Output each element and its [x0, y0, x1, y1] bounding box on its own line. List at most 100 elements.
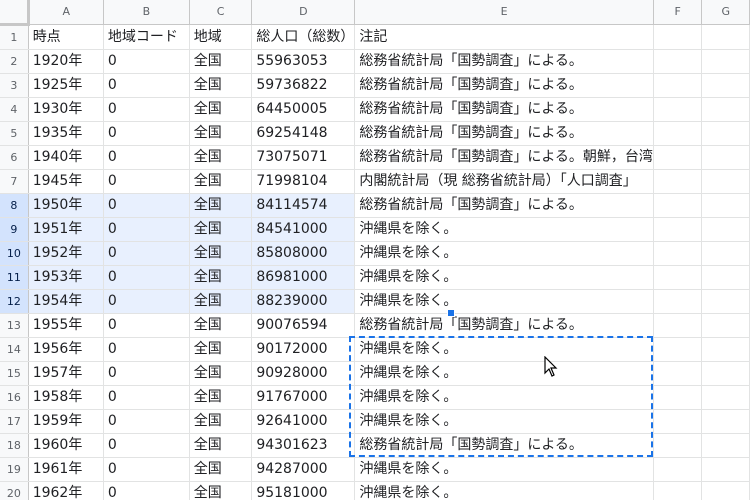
- cell-a[interactable]: 1962年: [28, 481, 104, 500]
- cell-f[interactable]: [653, 145, 703, 170]
- row-header[interactable]: 1: [0, 24, 29, 50]
- cell-a[interactable]: 1961年: [28, 457, 104, 482]
- cell-a[interactable]: 1950年: [28, 193, 104, 218]
- cell-b[interactable]: 0: [103, 169, 190, 194]
- cell-f[interactable]: [653, 217, 703, 242]
- row-header[interactable]: 7: [0, 169, 29, 194]
- cell-c[interactable]: 全国: [189, 361, 253, 386]
- column-header-b[interactable]: B: [103, 0, 190, 25]
- row-header[interactable]: 11: [0, 265, 29, 290]
- row-header[interactable]: 19: [0, 457, 29, 482]
- cell-d[interactable]: 94301623: [251, 433, 356, 458]
- cell-f[interactable]: [653, 265, 703, 290]
- column-header-e[interactable]: E: [354, 0, 654, 25]
- cell-b[interactable]: 0: [103, 289, 190, 314]
- cell-g[interactable]: [701, 169, 750, 194]
- row-header[interactable]: 9: [0, 217, 29, 242]
- cell-d[interactable]: 86981000: [251, 265, 356, 290]
- cell-d[interactable]: 総人口（総数）: [251, 24, 356, 50]
- cell-b[interactable]: 0: [103, 265, 190, 290]
- cell-g[interactable]: [701, 409, 750, 434]
- cell-c[interactable]: 全国: [189, 193, 253, 218]
- cell-f[interactable]: [653, 337, 703, 362]
- cell-a[interactable]: 1925年: [28, 73, 104, 98]
- cell-g[interactable]: [701, 241, 750, 266]
- cell-a[interactable]: 1935年: [28, 121, 104, 146]
- cell-g[interactable]: [701, 217, 750, 242]
- cell-g[interactable]: [701, 481, 750, 500]
- cell-d[interactable]: 73075071: [251, 145, 356, 170]
- cell-f[interactable]: [653, 121, 703, 146]
- cell-e[interactable]: 注記: [354, 24, 654, 50]
- cell-f[interactable]: [653, 289, 703, 314]
- row-header[interactable]: 13: [0, 313, 29, 338]
- row-header[interactable]: 6: [0, 145, 29, 170]
- cell-a[interactable]: 1951年: [28, 217, 104, 242]
- cell-f[interactable]: [653, 73, 703, 98]
- row-header[interactable]: 8: [0, 193, 29, 218]
- row-header[interactable]: 5: [0, 121, 29, 146]
- cell-a[interactable]: 1945年: [28, 169, 104, 194]
- cell-e[interactable]: 総務省統計局「国勢調査」による。: [354, 433, 654, 458]
- cell-f[interactable]: [653, 313, 703, 338]
- cell-d[interactable]: 90172000: [251, 337, 356, 362]
- cell-a[interactable]: 1940年: [28, 145, 104, 170]
- cell-b[interactable]: 0: [103, 241, 190, 266]
- cell-g[interactable]: [701, 145, 750, 170]
- row-header[interactable]: 12: [0, 289, 29, 314]
- cell-b[interactable]: 地域コード: [103, 24, 190, 50]
- cell-d[interactable]: 71998104: [251, 169, 356, 194]
- cell-c[interactable]: 全国: [189, 337, 253, 362]
- cell-a[interactable]: 1930年: [28, 97, 104, 122]
- cell-d[interactable]: 69254148: [251, 121, 356, 146]
- cell-g[interactable]: [701, 289, 750, 314]
- cell-a[interactable]: 1953年: [28, 265, 104, 290]
- column-header-c[interactable]: C: [189, 0, 253, 25]
- cell-g[interactable]: [701, 24, 750, 50]
- row-header[interactable]: 4: [0, 97, 29, 122]
- cell-e[interactable]: 沖縄県を除く。: [354, 481, 654, 500]
- cell-g[interactable]: [701, 265, 750, 290]
- cell-d[interactable]: 91767000: [251, 385, 356, 410]
- cell-c[interactable]: 全国: [189, 145, 253, 170]
- cell-g[interactable]: [701, 193, 750, 218]
- cell-c[interactable]: 全国: [189, 121, 253, 146]
- cell-d[interactable]: 94287000: [251, 457, 356, 482]
- cell-b[interactable]: 0: [103, 145, 190, 170]
- cell-g[interactable]: [701, 313, 750, 338]
- cell-f[interactable]: [653, 241, 703, 266]
- cell-c[interactable]: 全国: [189, 169, 253, 194]
- cell-b[interactable]: 0: [103, 49, 190, 74]
- cell-a[interactable]: 1959年: [28, 409, 104, 434]
- cell-a[interactable]: 1952年: [28, 241, 104, 266]
- row-header[interactable]: 17: [0, 409, 29, 434]
- row-header[interactable]: 18: [0, 433, 29, 458]
- cell-e[interactable]: 総務省統計局「国勢調査」による。: [354, 73, 654, 98]
- cell-a[interactable]: 1960年: [28, 433, 104, 458]
- cell-d[interactable]: 90076594: [251, 313, 356, 338]
- cell-f[interactable]: [653, 433, 703, 458]
- cell-e[interactable]: 沖縄県を除く。: [354, 241, 654, 266]
- row-header[interactable]: 15: [0, 361, 29, 386]
- cell-e[interactable]: 沖縄県を除く。: [354, 385, 654, 410]
- cell-e[interactable]: 沖縄県を除く。: [354, 361, 654, 386]
- cell-e[interactable]: 沖縄県を除く。: [354, 289, 654, 314]
- cell-f[interactable]: [653, 457, 703, 482]
- cell-b[interactable]: 0: [103, 313, 190, 338]
- cell-d[interactable]: 59736822: [251, 73, 356, 98]
- cell-e[interactable]: 総務省統計局「国勢調査」による。: [354, 97, 654, 122]
- cell-b[interactable]: 0: [103, 121, 190, 146]
- cell-b[interactable]: 0: [103, 409, 190, 434]
- cell-c[interactable]: 全国: [189, 433, 253, 458]
- cell-g[interactable]: [701, 457, 750, 482]
- cell-c[interactable]: 全国: [189, 457, 253, 482]
- cell-d[interactable]: 95181000: [251, 481, 356, 500]
- cell-e[interactable]: 沖縄県を除く。: [354, 217, 654, 242]
- cell-b[interactable]: 0: [103, 385, 190, 410]
- cell-b[interactable]: 0: [103, 217, 190, 242]
- cell-f[interactable]: [653, 481, 703, 500]
- cell-b[interactable]: 0: [103, 73, 190, 98]
- cell-g[interactable]: [701, 361, 750, 386]
- cell-b[interactable]: 0: [103, 481, 190, 500]
- cell-d[interactable]: 64450005: [251, 97, 356, 122]
